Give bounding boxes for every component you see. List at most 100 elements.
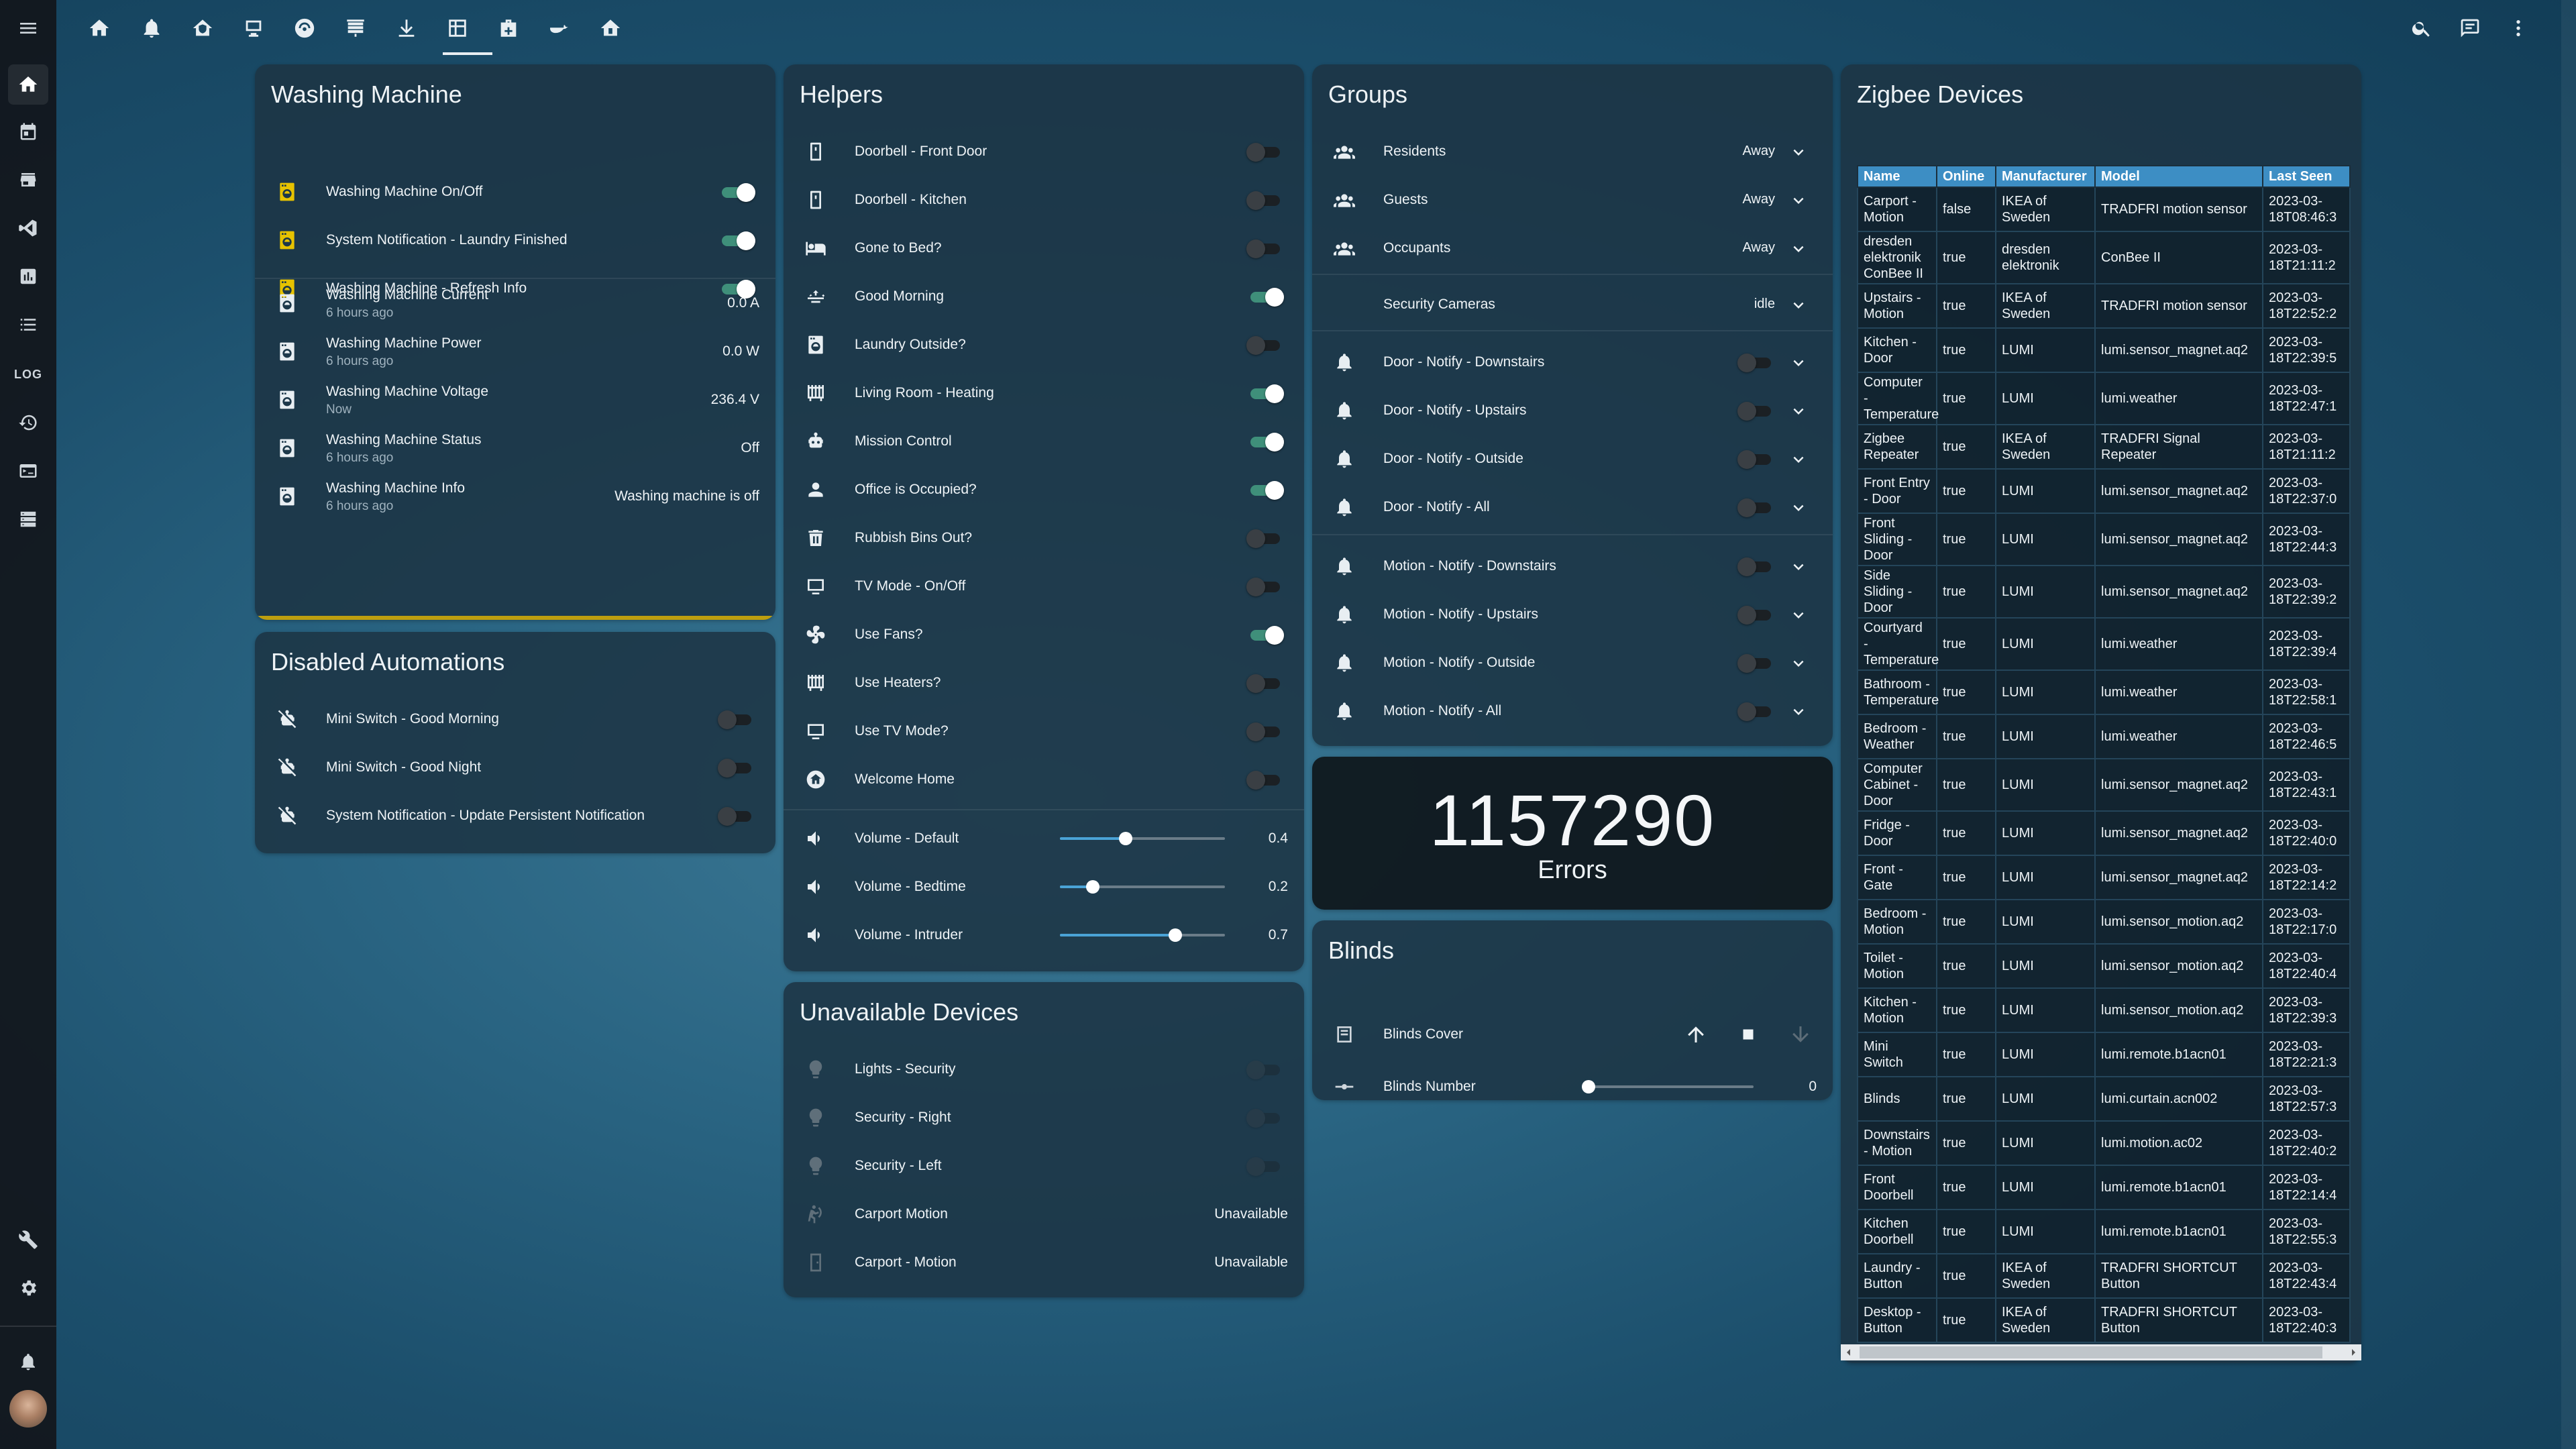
avatar[interactable] xyxy=(9,1390,47,1428)
chevron-down-icon[interactable] xyxy=(1788,191,1809,211)
chevron-down-icon[interactable] xyxy=(1788,449,1809,470)
table-row[interactable]: Front - Gate true LUMI lumi.sensor_magnet.a… xyxy=(1857,855,2351,900)
table-row[interactable]: Mini Switch true LUMI lumi.remote.b1acn01 20… xyxy=(1857,1032,2351,1077)
helper-row[interactable]: Laundry Outside? xyxy=(784,321,1304,369)
helper-row[interactable]: Living Room - Heating xyxy=(784,369,1304,417)
helper-row[interactable]: Mission Control xyxy=(784,417,1304,466)
door-notify-row[interactable]: Door - Notify - Downstairs xyxy=(1312,338,1833,386)
chevron-down-icon[interactable] xyxy=(1788,605,1809,625)
unavailable-row[interactable]: Carport Motion Unavailable xyxy=(784,1190,1304,1238)
sidebar-item-calendar[interactable] xyxy=(15,118,42,145)
table-row[interactable]: Side Sliding - Door true LUMI lumi.sensor_m… xyxy=(1857,565,2351,619)
volume-slider[interactable] xyxy=(1060,928,1225,942)
toggle-switch[interactable] xyxy=(718,806,755,826)
toggle-switch[interactable] xyxy=(1246,480,1284,500)
table-row[interactable]: Kitchen - Door true LUMI lumi.sensor_magnet… xyxy=(1857,327,2351,373)
table-row[interactable]: Toilet - Motion true LUMI lumi.sensor_motio… xyxy=(1857,943,2351,989)
unavailable-row[interactable]: Lights - Security xyxy=(784,1045,1304,1093)
more-menu-button[interactable] xyxy=(2504,13,2533,43)
automation-row[interactable]: System Notification - Update Persistent … xyxy=(255,792,775,840)
table-row[interactable]: Kitchen Doorbell true LUMI lumi.remote.b1ac… xyxy=(1857,1209,2351,1254)
column-header[interactable]: Online xyxy=(1936,165,1996,188)
table-row[interactable]: Fridge - Door true LUMI lumi.sensor_magnet.… xyxy=(1857,810,2351,856)
toggle-switch[interactable] xyxy=(1737,605,1775,625)
menu-icon[interactable] xyxy=(15,15,42,42)
toggle-switch[interactable] xyxy=(1246,529,1284,548)
chevron-down-icon[interactable] xyxy=(1788,239,1809,259)
slider-handle[interactable] xyxy=(1582,1080,1595,1093)
table-row[interactable]: Desktop - Button true IKEA of Sweden TRADFR… xyxy=(1857,1297,2351,1343)
toggle-switch[interactable] xyxy=(1737,449,1775,469)
group-row[interactable]: Residents Away xyxy=(1312,127,1833,176)
close-cover-button[interactable] xyxy=(1788,1022,1813,1046)
sidebar-item-todo[interactable] xyxy=(15,311,42,338)
table-row[interactable]: Computer Cabinet - Door true LUMI lumi.sens… xyxy=(1857,758,2351,812)
toggle-switch[interactable] xyxy=(1737,557,1775,576)
chevron-down-icon[interactable] xyxy=(1788,142,1809,162)
column-header[interactable]: Name xyxy=(1857,165,1937,188)
toggle-switch[interactable] xyxy=(718,231,755,250)
toggle-switch[interactable] xyxy=(1246,142,1284,162)
table-row[interactable]: Front Doorbell true LUMI lumi.remote.b1acn0… xyxy=(1857,1165,2351,1210)
table-row[interactable]: Zigbee Repeater true IKEA of Sweden TRADFRI… xyxy=(1857,424,2351,470)
automation-row[interactable]: Mini Switch - Good Night xyxy=(255,743,775,792)
washing-toggle-row[interactable]: System Notification - Laundry Finished xyxy=(255,216,775,264)
assist-button[interactable] xyxy=(2455,13,2485,43)
sidebar-item-history[interactable] xyxy=(15,263,42,290)
toggle-switch[interactable] xyxy=(718,710,755,729)
toggle-switch[interactable] xyxy=(1246,1157,1284,1176)
tab-home-security[interactable] xyxy=(596,13,625,43)
helper-row[interactable]: Good Morning xyxy=(784,272,1304,321)
table-horizontal-scrollbar[interactable] xyxy=(1841,1344,2361,1360)
washing-sensor-row[interactable]: Washing Machine Power 6 hours ago 0.0 W xyxy=(255,327,775,376)
table-row[interactable]: Courtyard - Temperature true LUMI lumi.weat… xyxy=(1857,617,2351,671)
washing-toggle-row[interactable]: Washing Machine On/Off xyxy=(255,168,775,216)
blinds-number-slider[interactable] xyxy=(1582,1080,1754,1093)
open-cover-button[interactable] xyxy=(1684,1022,1708,1046)
tab-docker[interactable] xyxy=(545,13,574,43)
tab-download[interactable] xyxy=(392,13,421,43)
toggle-switch[interactable] xyxy=(1246,335,1284,355)
table-row[interactable]: Computer - Temperature true LUMI lumi.weath… xyxy=(1857,372,2351,425)
helper-row[interactable]: Use Fans? xyxy=(784,610,1304,659)
helper-row[interactable]: TV Mode - On/Off xyxy=(784,562,1304,610)
stop-cover-button[interactable] xyxy=(1736,1022,1760,1046)
sidebar-item-vscode[interactable] xyxy=(15,215,42,241)
security-cameras-row[interactable]: Security Cameras idle xyxy=(1312,280,1833,329)
scroll-left-icon[interactable] xyxy=(1845,1348,1853,1356)
chevron-down-icon[interactable] xyxy=(1788,295,1809,315)
table-row[interactable]: Front Entry - Door true LUMI lumi.sensor_ma… xyxy=(1857,468,2351,514)
scrollbar-thumb[interactable] xyxy=(1860,1346,2322,1358)
column-header[interactable]: Last Seen xyxy=(2262,165,2351,188)
toggle-switch[interactable] xyxy=(718,758,755,777)
tab-notifications[interactable] xyxy=(137,13,166,43)
group-row[interactable]: Guests Away xyxy=(1312,176,1833,224)
table-row[interactable]: Bathroom - Temperature true LUMI lumi.weath… xyxy=(1857,669,2351,715)
helper-row[interactable]: Rubbish Bins Out? xyxy=(784,514,1304,562)
motion-notify-row[interactable]: Motion - Notify - All xyxy=(1312,687,1833,735)
sidebar-item-server[interactable] xyxy=(15,506,42,533)
unavailable-row[interactable]: Security - Right xyxy=(784,1093,1304,1142)
toggle-switch[interactable] xyxy=(1246,625,1284,645)
toggle-switch[interactable] xyxy=(1246,287,1284,307)
toggle-switch[interactable] xyxy=(1246,722,1284,741)
search-button[interactable] xyxy=(2407,13,2436,43)
washing-sensor-row[interactable]: Washing Machine Info 6 hours ago Washing m… xyxy=(255,472,775,521)
toggle-switch[interactable] xyxy=(718,182,755,202)
sidebar-item-energy[interactable] xyxy=(15,166,42,193)
table-row[interactable]: Blinds true LUMI lumi.curtain.acn002 2023-03… xyxy=(1857,1076,2351,1122)
toggle-switch[interactable] xyxy=(1246,674,1284,693)
column-header[interactable]: Model xyxy=(2094,165,2263,188)
tab-medical[interactable] xyxy=(494,13,523,43)
toggle-switch[interactable] xyxy=(1246,1060,1284,1079)
table-row[interactable]: Upstairs - Motion true IKEA of Sweden TRADF… xyxy=(1857,283,2351,329)
washing-sensor-row[interactable]: Washing Machine Current 6 hours ago 0.0 A xyxy=(255,279,775,327)
sidebar-item-log[interactable]: LOG xyxy=(14,361,42,388)
slider-handle[interactable] xyxy=(1119,832,1133,845)
helper-row[interactable]: Doorbell - Kitchen xyxy=(784,176,1304,224)
toggle-switch[interactable] xyxy=(1737,498,1775,517)
helper-row[interactable]: Gone to Bed? xyxy=(784,224,1304,272)
tab-office[interactable] xyxy=(239,13,268,43)
sidebar-item-terminal[interactable] xyxy=(15,458,42,484)
toggle-switch[interactable] xyxy=(1737,401,1775,421)
